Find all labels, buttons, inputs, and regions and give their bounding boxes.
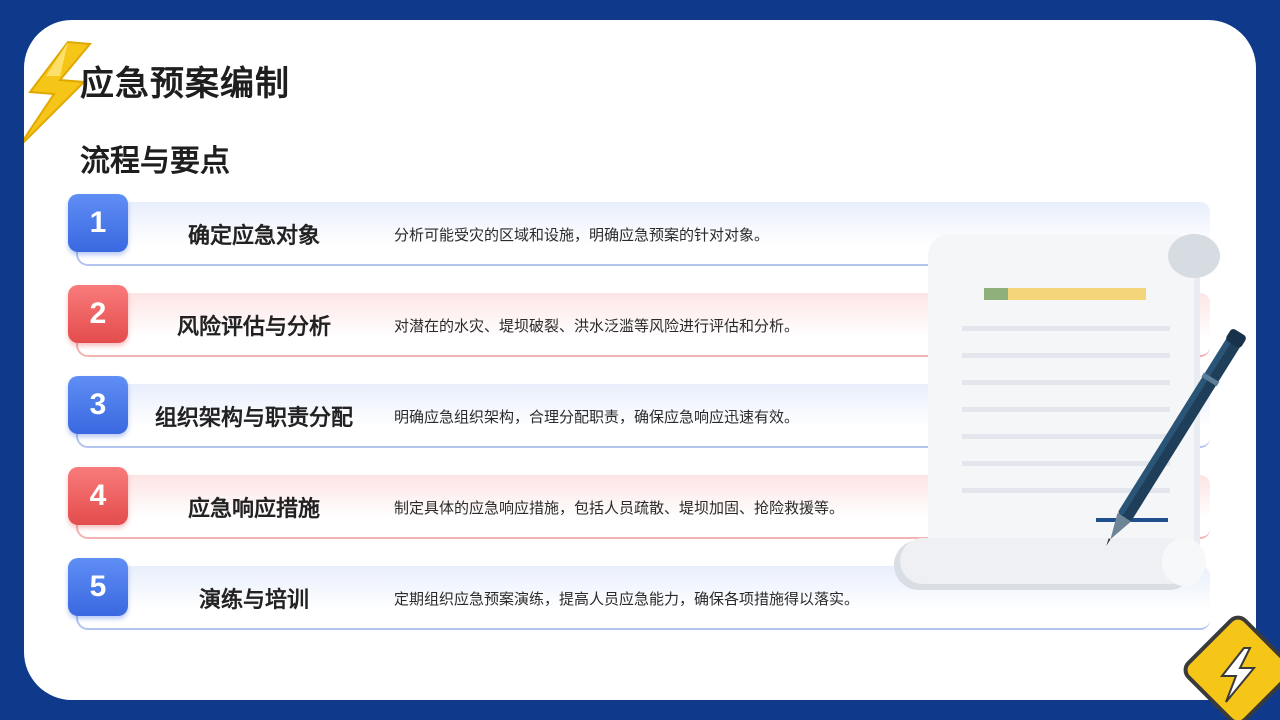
step-number-badge: 5 (68, 558, 128, 616)
page-title: 应急预案编制 (80, 64, 290, 104)
step-description: 制定具体的应急响应措施，包括人员疏散、堤坝加固、抢险救援等。 (394, 498, 845, 517)
step-description: 明确应急组织架构，合理分配职责，确保应急响应迅速有效。 (394, 407, 800, 426)
step-title: 演练与培训 (198, 588, 309, 613)
step-title: 确定应急对象 (187, 224, 320, 249)
step-number-badge: 1 (68, 194, 128, 252)
step-description: 定期组织应急预案演练，提高人员应急能力，确保各项措施得以落实。 (394, 589, 860, 608)
step-title: 风险评估与分析 (176, 315, 331, 340)
step-number-badge: 4 (68, 467, 128, 525)
slide-card: 应急预案编制 流程与要点 1 确定应急对象 分析可能受灾的区域和设施，明确应急预… (24, 20, 1256, 700)
step-number-badge: 2 (68, 285, 128, 343)
step-title: 组织架构与职责分配 (154, 406, 353, 431)
step-title: 应急响应措施 (187, 497, 320, 522)
step-description: 对潜在的水灾、堤坝破裂、洪水泛滥等风险进行评估和分析。 (394, 316, 800, 335)
step-description: 分析可能受灾的区域和设施，明确应急预案的针对对象。 (394, 225, 770, 244)
section-subtitle: 流程与要点 (80, 144, 230, 179)
lightning-bolt-icon (1183, 615, 1280, 720)
step-number-badge: 3 (68, 376, 128, 434)
scroll-and-pen-icon (894, 234, 1246, 590)
